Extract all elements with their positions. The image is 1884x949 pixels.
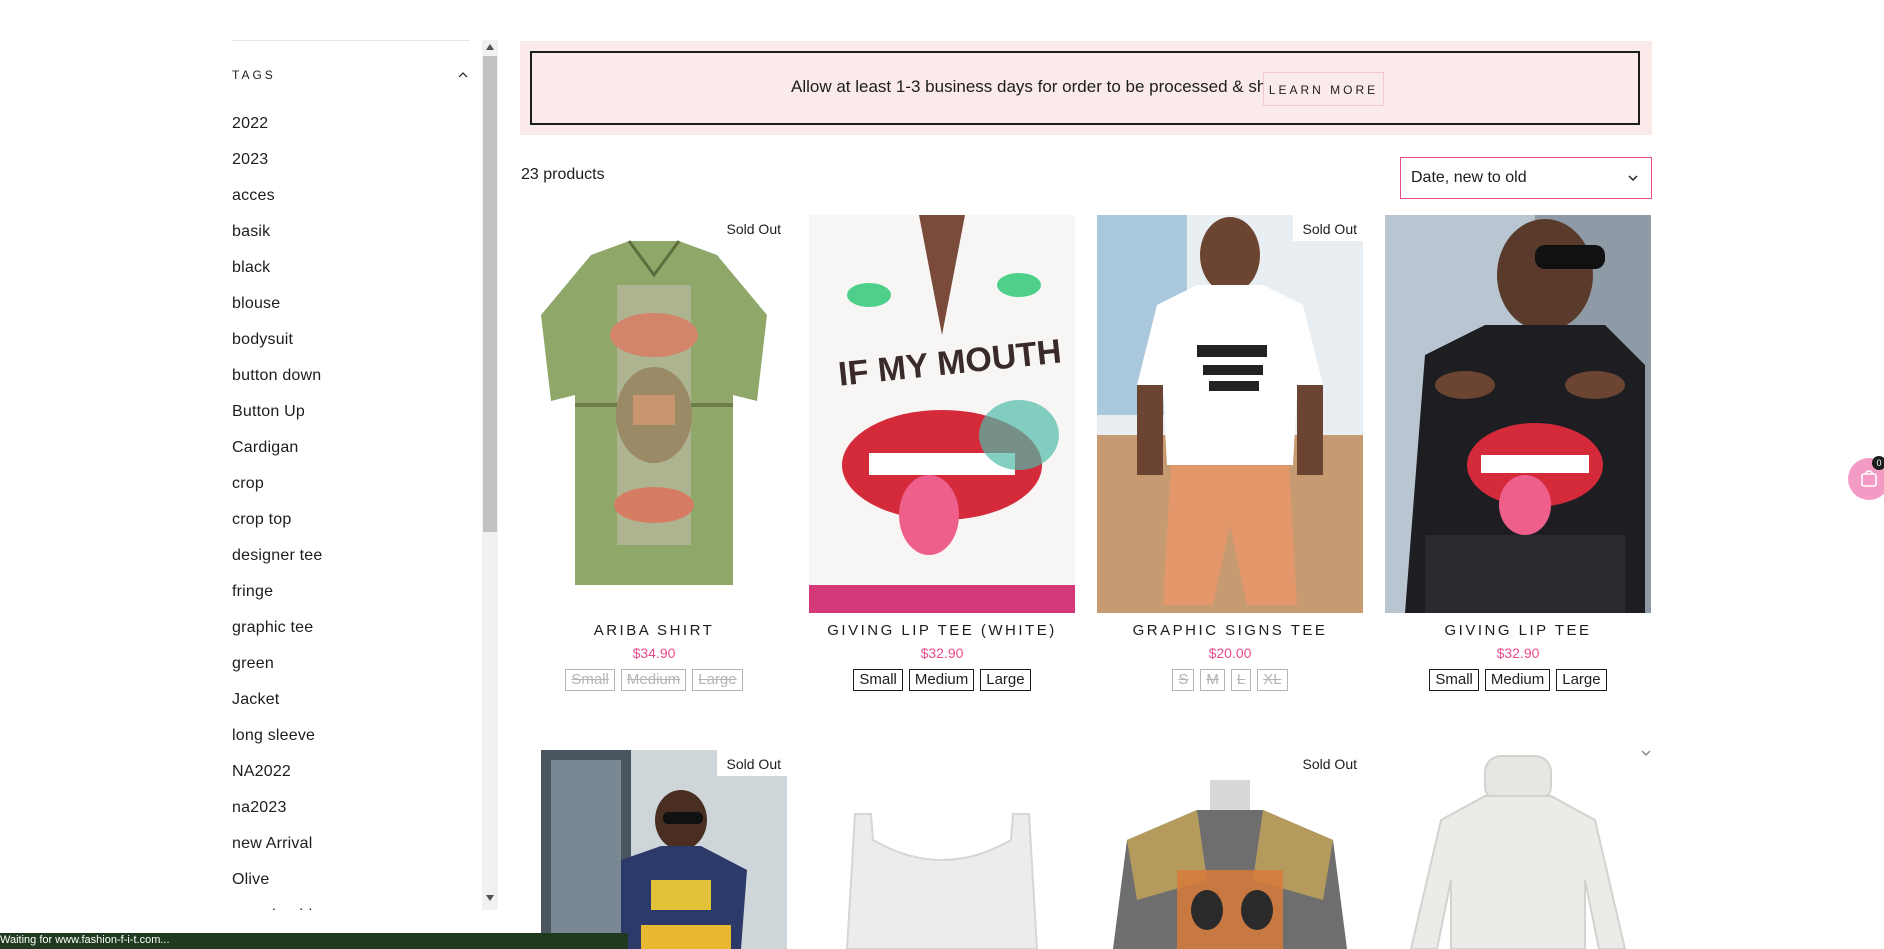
size-swatch[interactable]: Large — [692, 669, 743, 691]
sold-out-badge: Sold Out — [1292, 215, 1363, 241]
cart-count-badge: 0 — [1872, 456, 1884, 470]
product-photo-lip-tee-black — [1385, 215, 1651, 613]
tag-filter-item[interactable]: 2023 — [232, 142, 470, 178]
size-swatches: Small Medium Large — [1385, 669, 1651, 691]
size-swatch[interactable]: Small — [1429, 669, 1479, 691]
chevron-down-icon[interactable] — [1640, 747, 1652, 759]
tag-filter-item[interactable]: green — [232, 646, 470, 682]
sold-out-badge: Sold Out — [716, 215, 787, 241]
size-swatch[interactable]: Small — [853, 669, 903, 691]
size-swatches: Small Medium Large — [809, 669, 1075, 691]
learn-more-button[interactable]: LEARN MORE — [1263, 72, 1384, 106]
tag-filter-item[interactable]: na2023 — [232, 790, 470, 826]
sidebar-scrollbar-thumb[interactable] — [483, 56, 497, 532]
shipping-notice-box: Allow at least 1-3 business days for ord… — [530, 51, 1640, 125]
divider — [232, 40, 470, 41]
product-price: $34.90 — [632, 645, 676, 661]
shipping-notice-text: Allow at least 1-3 business days for ord… — [791, 77, 1308, 96]
tag-filter-item[interactable]: Cardigan — [232, 430, 470, 466]
size-swatches: Small Medium Large — [521, 669, 787, 691]
product-image[interactable]: Sold Out — [521, 750, 787, 949]
product-title[interactable]: GRAPHIC SIGNS TEE — [1097, 622, 1363, 639]
scroll-down-arrow-icon[interactable] — [486, 895, 494, 901]
product-image[interactable]: IF MY MOUTH — [809, 215, 1075, 613]
tag-filter-item[interactable]: blouse — [232, 286, 470, 322]
product-title[interactable]: GIVING LIP TEE (WHITE) — [809, 622, 1075, 639]
size-swatch[interactable]: XL — [1257, 669, 1288, 691]
tag-filter-item[interactable]: one shoulder — [232, 898, 470, 910]
tag-filter-item[interactable]: graphic tee — [232, 610, 470, 646]
tags-filter-header[interactable]: TAGS — [232, 64, 470, 88]
tag-filter-sidebar: TAGS 2022 2023 acces basik black blouse bodysu… — [232, 40, 470, 910]
tag-filter-item[interactable]: crop — [232, 466, 470, 502]
tag-filter-item[interactable]: long sleeve — [232, 718, 470, 754]
product-image[interactable]: Sold Out — [1097, 215, 1363, 613]
tag-filter-item[interactable]: NA2022 — [232, 754, 470, 790]
browser-status-bar: Waiting for www.fashion-f-i-t.com... — [0, 933, 628, 949]
product-count: 23 products — [521, 166, 605, 183]
product-price: $32.90 — [1496, 645, 1540, 661]
product-image[interactable] — [1385, 215, 1651, 613]
tag-filter-item[interactable]: Button Up — [232, 394, 470, 430]
tags-title: TAGS — [232, 68, 276, 82]
chevron-up-icon[interactable] — [458, 70, 468, 80]
product-title[interactable]: GIVING LIP TEE — [1385, 622, 1651, 639]
product-photo-fringe-jacket — [1097, 750, 1363, 949]
product-image[interactable]: Sold Out — [1097, 750, 1363, 949]
product-image[interactable] — [1385, 750, 1651, 949]
size-swatch[interactable]: L — [1230, 669, 1252, 691]
tag-filter-item[interactable]: 2022 — [232, 106, 470, 142]
tag-filter-item[interactable]: basik — [232, 214, 470, 250]
scroll-up-arrow-icon[interactable] — [486, 44, 494, 50]
tag-filter-item[interactable]: acces — [232, 178, 470, 214]
chevron-down-icon — [1628, 175, 1638, 181]
sold-out-badge: Sold Out — [1292, 750, 1363, 776]
product-photo-graphic-signs-tee — [1097, 215, 1363, 613]
sold-out-badge: Sold Out — [716, 750, 787, 776]
product-photo-turtleneck — [1385, 750, 1651, 949]
product-photo-graphic-tee — [521, 750, 787, 949]
tag-filter-item[interactable]: black — [232, 250, 470, 286]
status-text: Waiting for www.fashion-f-i-t.com... — [0, 934, 170, 946]
tag-filter-item[interactable]: button down — [232, 358, 470, 394]
tag-filter-item[interactable]: fringe — [232, 574, 470, 610]
size-swatch[interactable]: Small — [565, 669, 615, 691]
product-price: $20.00 — [1208, 645, 1252, 661]
product-title[interactable]: ARIBA SHIRT — [521, 622, 787, 639]
product-photo-lip-tee-white: IF MY MOUTH — [809, 215, 1075, 613]
tag-filter-item[interactable]: crop top — [232, 502, 470, 538]
product-image[interactable] — [809, 750, 1075, 949]
size-swatch[interactable]: Medium — [908, 669, 975, 691]
product-image[interactable]: Sold Out — [521, 215, 787, 613]
size-swatch[interactable]: Large — [980, 669, 1031, 691]
tag-filter-item[interactable]: new Arrival — [232, 826, 470, 862]
product-photo-shirt — [521, 215, 787, 613]
tag-filter-item[interactable]: bodysuit — [232, 322, 470, 358]
size-swatch[interactable]: Medium — [620, 669, 687, 691]
tag-list: 2022 2023 acces basik black blouse bodysuit but… — [232, 106, 470, 910]
product-photo-white-top — [809, 750, 1075, 949]
size-swatch[interactable]: M — [1200, 669, 1225, 691]
product-price: $32.90 — [920, 645, 964, 661]
size-swatches: S M L XL — [1097, 669, 1363, 691]
sort-selected-value: Date, new to old — [1411, 169, 1527, 186]
tag-filter-item[interactable]: designer tee — [232, 538, 470, 574]
tag-filter-item[interactable]: Jacket — [232, 682, 470, 718]
size-swatch[interactable]: S — [1172, 669, 1195, 691]
tag-filter-item[interactable]: Olive — [232, 862, 470, 898]
size-swatch[interactable]: Medium — [1484, 669, 1551, 691]
size-swatch[interactable]: Large — [1556, 669, 1607, 691]
sort-select[interactable]: Date, new to old — [1400, 157, 1652, 199]
